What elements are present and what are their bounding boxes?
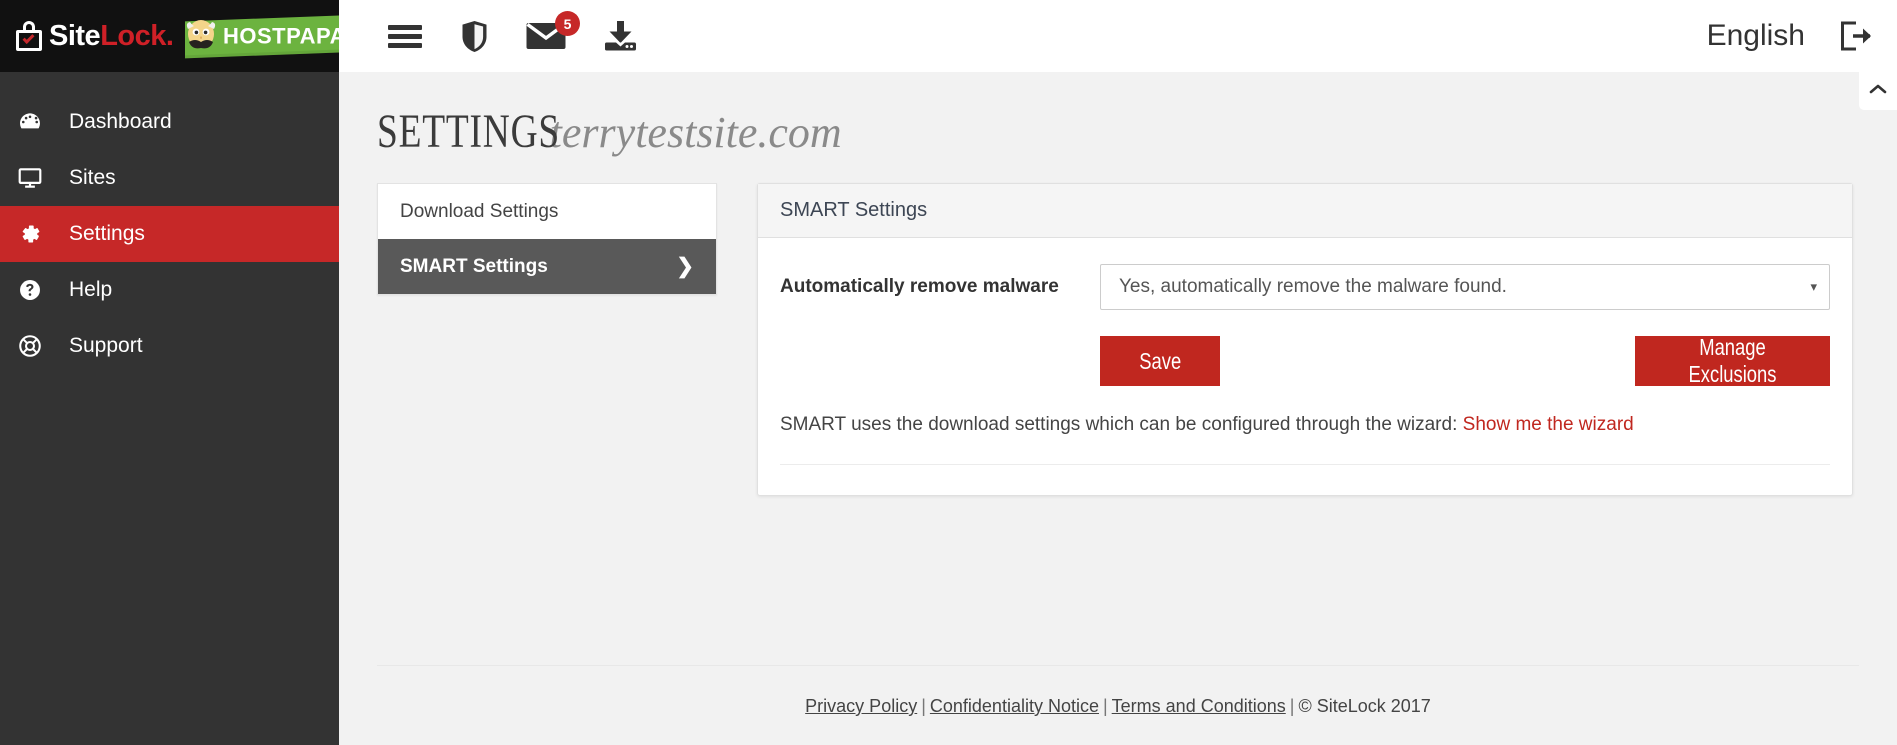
- sidebar-item-support[interactable]: Support: [0, 318, 339, 374]
- sitelock-logo[interactable]: SiteLock.: [16, 19, 174, 52]
- topbar-icons: 5: [387, 11, 637, 53]
- topbar-right: English: [1707, 19, 1873, 53]
- sitelock-wordmark: SiteLock.: [49, 19, 174, 52]
- topbar: 5 English: [339, 0, 1897, 72]
- sidebar-item-dashboard[interactable]: Dashboard: [0, 94, 339, 150]
- settings-menu-item-smart[interactable]: SMART Settings ❯: [378, 239, 716, 294]
- manage-exclusions-button-label: Manage Exclusions: [1688, 334, 1777, 387]
- sidebar-item-label: Sites: [69, 166, 116, 189]
- main-navigation: Dashboard Sites Settings Help Support: [0, 72, 339, 374]
- hamburger-menu-icon[interactable]: [387, 22, 423, 50]
- confidentiality-notice-link[interactable]: Confidentiality Notice: [930, 696, 1099, 716]
- content-area: SETTINGS terrytestsite.com Download Sett…: [339, 72, 1897, 745]
- desktop-icon: [17, 165, 59, 191]
- footer-divider: [377, 665, 1859, 666]
- chevron-right-icon: ❯: [676, 255, 694, 278]
- sidebar: SiteLock. HOSTPAPA Dashboard Sites Setti…: [0, 0, 339, 745]
- panel-divider: [780, 464, 1830, 465]
- privacy-policy-link[interactable]: Privacy Policy: [805, 696, 917, 716]
- auto-remove-malware-label: Automatically remove malware: [780, 276, 1059, 297]
- brand-name-dot: .: [165, 19, 174, 52]
- auto-remove-malware-select[interactable]: Yes, automatically remove the malware fo…: [1100, 264, 1830, 310]
- sidebar-item-help[interactable]: Help: [0, 262, 339, 318]
- life-ring-icon: [17, 333, 59, 359]
- sidebar-item-settings[interactable]: Settings: [0, 206, 339, 262]
- settings-menu: Download Settings SMART Settings ❯: [377, 183, 717, 295]
- footer-separator: |: [921, 696, 926, 716]
- copyright-text: © SiteLock 2017: [1298, 696, 1431, 716]
- question-circle-icon: [17, 277, 59, 303]
- mail-badge: 5: [555, 11, 580, 36]
- scroll-to-top-button[interactable]: [1859, 72, 1897, 110]
- brand-name-part2: Lock: [100, 19, 166, 52]
- page-title: SETTINGS terrytestsite.com: [339, 72, 1897, 159]
- auto-remove-malware-row: Automatically remove malware Yes, automa…: [780, 264, 1830, 310]
- sidebar-item-label: Help: [69, 278, 113, 301]
- sign-out-icon[interactable]: [1839, 21, 1873, 51]
- hostpapa-label: HOSTPAPA: [223, 22, 339, 48]
- settings-menu-label: Download Settings: [400, 200, 559, 222]
- panel-buttons: Save Manage Exclusions: [780, 334, 1830, 387]
- sidebar-item-label: Dashboard: [69, 110, 172, 133]
- page-title-main: SETTINGS: [377, 105, 561, 158]
- panel-header: SMART Settings: [758, 184, 1852, 238]
- gear-icon: [17, 221, 59, 247]
- wizard-note: SMART uses the download settings which c…: [780, 414, 1830, 436]
- footer-separator: |: [1102, 696, 1108, 716]
- footer-links: Privacy Policy | Confidentiality Notice | Te…: [339, 696, 1897, 717]
- brand-name-part1: Site: [49, 19, 101, 52]
- settings-menu-label: SMART Settings: [400, 255, 548, 277]
- select-value: Yes, automatically remove the malware fo…: [1119, 276, 1507, 297]
- settings-body: Download Settings SMART Settings ❯ SMART…: [339, 159, 1897, 496]
- sidebar-item-sites[interactable]: Sites: [0, 150, 339, 206]
- lock-check-icon: [16, 21, 42, 51]
- hostpapa-logo[interactable]: HOSTPAPA: [185, 14, 339, 58]
- tachometer-icon: [17, 109, 59, 135]
- terms-conditions-link[interactable]: Terms and Conditions: [1112, 696, 1286, 716]
- smart-settings-panel: SMART Settings Automatically remove malw…: [757, 183, 1853, 496]
- app-root: SiteLock. HOSTPAPA Dashboard Sites Setti…: [0, 0, 1897, 745]
- footer: Privacy Policy | Confidentiality Notice | Te…: [339, 665, 1897, 745]
- brand-header[interactable]: SiteLock. HOSTPAPA: [0, 0, 339, 72]
- wizard-note-text: SMART uses the download settings which c…: [780, 414, 1463, 435]
- page-title-site: terrytestsite.com: [549, 108, 842, 157]
- show-wizard-link[interactable]: Show me the wizard: [1463, 414, 1634, 435]
- hostpapa-mascot-icon: [187, 19, 216, 48]
- envelope-icon[interactable]: 5: [526, 11, 580, 51]
- download-inbox-icon[interactable]: [604, 20, 637, 52]
- main-area: 5 English SETTINGS terrytestsite.com Dow…: [339, 0, 1897, 745]
- auto-remove-malware-select-wrap: Yes, automatically remove the malware fo…: [1100, 264, 1830, 310]
- sidebar-item-label: Settings: [69, 222, 145, 245]
- shield-icon[interactable]: [461, 20, 488, 53]
- panel-body: Automatically remove malware Yes, automa…: [758, 238, 1852, 495]
- sidebar-item-label: Support: [69, 334, 143, 357]
- save-button[interactable]: Save: [1100, 336, 1220, 386]
- save-button-label: Save: [1139, 347, 1181, 374]
- manage-exclusions-button[interactable]: Manage Exclusions: [1635, 334, 1830, 387]
- language-selector[interactable]: English: [1707, 19, 1805, 53]
- settings-menu-item-download[interactable]: Download Settings: [378, 184, 716, 239]
- chevron-up-icon: [1869, 82, 1887, 100]
- footer-separator: |: [1289, 696, 1295, 716]
